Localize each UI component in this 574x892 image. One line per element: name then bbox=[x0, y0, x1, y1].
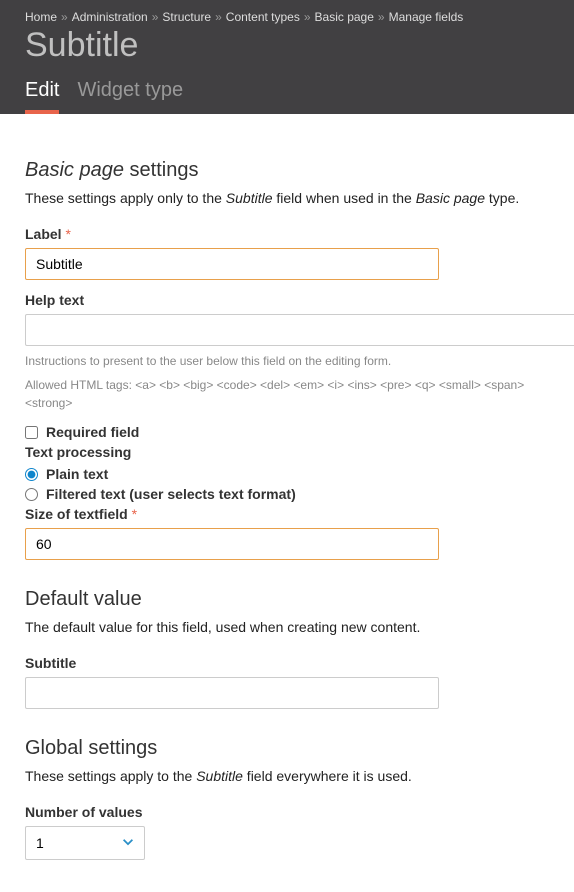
label-input[interactable] bbox=[25, 248, 439, 280]
helptext-desc2: Allowed HTML tags: <a> <b> <big> <code> … bbox=[25, 376, 549, 412]
default-subtitle-label: Subtitle bbox=[25, 655, 549, 671]
breadcrumb-managefields[interactable]: Manage fields bbox=[389, 10, 464, 24]
textprocessing-label: Text processing bbox=[25, 444, 549, 460]
section-basicpage-settings-title: Basic page settings bbox=[25, 159, 549, 182]
tab-edit[interactable]: Edit bbox=[25, 79, 59, 114]
helptext-label: Help text bbox=[25, 292, 549, 308]
numvalues-select[interactable]: 1 bbox=[25, 826, 145, 860]
filteredtext-label: Filtered text (user selects text format) bbox=[46, 486, 296, 502]
size-label: Size of textfield * bbox=[25, 506, 549, 522]
required-checkbox[interactable] bbox=[25, 426, 38, 439]
defaultvalue-desc: The default value for this field, used w… bbox=[25, 619, 549, 635]
size-input[interactable] bbox=[25, 528, 439, 560]
tabs: Edit Widget type bbox=[25, 79, 549, 114]
required-label: Required field bbox=[46, 424, 139, 440]
tab-widget-type[interactable]: Widget type bbox=[77, 79, 183, 114]
page-title: Subtitle bbox=[25, 26, 549, 65]
defaultvalue-title: Default value bbox=[25, 588, 549, 611]
plaintext-radio[interactable] bbox=[25, 468, 38, 481]
default-subtitle-input[interactable] bbox=[25, 677, 439, 709]
helptext-desc1: Instructions to present to the user belo… bbox=[25, 352, 549, 370]
numvalues-label: Number of values bbox=[25, 804, 549, 820]
globalsettings-title: Global settings bbox=[25, 737, 549, 760]
filteredtext-radio[interactable] bbox=[25, 488, 38, 501]
globalsettings-desc: These settings apply to the Subtitle fie… bbox=[25, 768, 549, 784]
breadcrumb-basicpage[interactable]: Basic page bbox=[315, 10, 374, 24]
section-basicpage-settings-desc: These settings apply only to the Subtitl… bbox=[25, 190, 549, 206]
breadcrumb-admin[interactable]: Administration bbox=[72, 10, 148, 24]
plaintext-label: Plain text bbox=[46, 466, 108, 482]
breadcrumb: Home»Administration»Structure»Content ty… bbox=[25, 10, 549, 24]
breadcrumb-home[interactable]: Home bbox=[25, 10, 57, 24]
breadcrumb-contenttypes[interactable]: Content types bbox=[226, 10, 300, 24]
label-field-label: Label * bbox=[25, 226, 549, 242]
helptext-input[interactable] bbox=[25, 314, 574, 346]
breadcrumb-structure[interactable]: Structure bbox=[162, 10, 211, 24]
